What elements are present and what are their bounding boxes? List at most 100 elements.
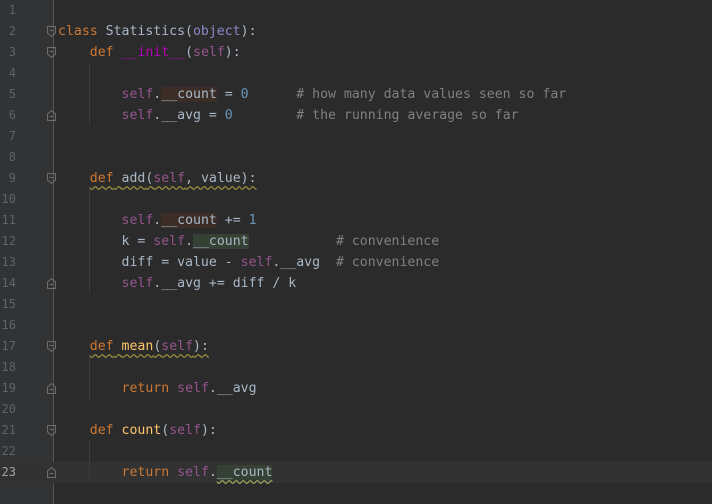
line-number: 18 bbox=[1, 360, 16, 374]
code-line[interactable]: 9 def add(self, value): bbox=[0, 168, 712, 189]
fold-end-icon[interactable] bbox=[47, 278, 56, 289]
method-count: count bbox=[121, 423, 162, 438]
assign-k: k = bbox=[121, 234, 154, 249]
keyword-return: return bbox=[121, 381, 170, 396]
line-number: 13 bbox=[1, 255, 16, 269]
line-number: 9 bbox=[8, 171, 16, 185]
comment: # convenience bbox=[335, 234, 440, 249]
code-text: k = self.__count # convenience bbox=[58, 231, 439, 252]
code-line[interactable]: 1 bbox=[0, 0, 712, 21]
code-line[interactable]: 19 return self.__avg bbox=[0, 378, 712, 399]
comment: # the running average so far bbox=[296, 108, 519, 123]
line-number: 1 bbox=[8, 3, 16, 17]
self-ref: self bbox=[121, 108, 154, 123]
method-init: __init__ bbox=[121, 45, 186, 60]
code-text: def count(self): bbox=[58, 420, 217, 441]
fold-end-icon[interactable] bbox=[47, 383, 56, 394]
punct: ( bbox=[185, 45, 194, 60]
line-number: 10 bbox=[1, 192, 16, 206]
code-line[interactable]: 8 bbox=[0, 147, 712, 168]
self-ref: self bbox=[177, 381, 209, 396]
keyword-return: return bbox=[121, 465, 170, 480]
fold-collapse-icon[interactable] bbox=[47, 47, 56, 58]
indent-guide bbox=[89, 357, 90, 399]
class-name: Statistics( bbox=[97, 24, 193, 39]
code-text: self.__count = 0 # how many data values … bbox=[58, 84, 566, 105]
code-text: self.__count += 1 bbox=[58, 210, 257, 231]
code-text: return self.__count bbox=[58, 462, 273, 483]
punct: . bbox=[208, 465, 217, 480]
code-line[interactable]: 23 return self.__count bbox=[0, 462, 712, 483]
punct: ( bbox=[161, 423, 170, 438]
comment: # convenience bbox=[335, 255, 440, 270]
line-number: 16 bbox=[1, 318, 16, 332]
builtin-object: object bbox=[192, 24, 241, 39]
line-number: 6 bbox=[8, 108, 16, 122]
op: += diff / k bbox=[200, 276, 297, 291]
code-line[interactable]: 17 def mean(self): bbox=[0, 336, 712, 357]
line-number: 22 bbox=[1, 444, 16, 458]
keyword-def: def bbox=[89, 171, 114, 186]
punct: ): bbox=[193, 339, 209, 354]
punct: ): bbox=[224, 45, 241, 60]
punct: . bbox=[208, 381, 217, 396]
attr-avg: __avg bbox=[161, 108, 201, 123]
punct: ): bbox=[240, 24, 257, 39]
line-number: 12 bbox=[1, 234, 16, 248]
method-mean: mean bbox=[121, 339, 154, 354]
number: 1 bbox=[248, 213, 257, 228]
code-line[interactable]: 21 def count(self): bbox=[0, 420, 712, 441]
code-line[interactable]: 12 k = self.__count # convenience bbox=[0, 231, 712, 252]
self-param: self bbox=[169, 423, 201, 438]
line-number: 7 bbox=[8, 129, 16, 143]
fold-collapse-icon[interactable] bbox=[47, 173, 56, 184]
code-line[interactable]: 10 bbox=[0, 189, 712, 210]
code-text: def add(self, value): bbox=[58, 168, 257, 189]
code-text: return self.__avg bbox=[58, 378, 257, 399]
keyword-def: def bbox=[89, 45, 114, 60]
code-line[interactable]: 14 self.__avg += diff / k bbox=[0, 273, 712, 294]
keyword-def: def bbox=[89, 423, 114, 438]
fold-collapse-icon[interactable] bbox=[47, 425, 56, 436]
code-line[interactable]: 11 self.__count += 1 bbox=[0, 210, 712, 231]
code-line[interactable]: 6 self.__avg = 0 # the running average s… bbox=[0, 105, 712, 126]
code-line[interactable]: 20 bbox=[0, 399, 712, 420]
fold-end-icon[interactable] bbox=[47, 110, 56, 121]
self-ref: self bbox=[240, 255, 273, 270]
attr-count-read: __count bbox=[216, 465, 273, 480]
fold-end-icon[interactable] bbox=[47, 467, 56, 478]
code-line[interactable]: 16 bbox=[0, 315, 712, 336]
line-number: 5 bbox=[8, 87, 16, 101]
code-text: self.__avg += diff / k bbox=[58, 273, 297, 294]
fold-collapse-icon[interactable] bbox=[47, 26, 56, 37]
line-number: 19 bbox=[1, 381, 16, 395]
line-number: 15 bbox=[1, 297, 16, 311]
code-line[interactable]: 13 diff = value - self.__avg # convenien… bbox=[0, 252, 712, 273]
code-line[interactable]: 18 bbox=[0, 357, 712, 378]
code-line[interactable]: 3 def __init__(self): bbox=[0, 42, 712, 63]
self-ref: self bbox=[121, 87, 154, 102]
assign-diff: diff = value - bbox=[121, 255, 241, 270]
param-value: , value bbox=[185, 171, 241, 186]
self-ref: self bbox=[177, 465, 209, 480]
attr-avg: __avg bbox=[216, 381, 257, 396]
code-line[interactable]: 4 bbox=[0, 63, 712, 84]
self-ref: self bbox=[121, 276, 154, 291]
punct: ): bbox=[200, 423, 217, 438]
code-line[interactable]: 15 bbox=[0, 294, 712, 315]
line-number: 4 bbox=[8, 66, 16, 80]
op: += bbox=[216, 213, 249, 228]
self-ref: self bbox=[153, 234, 186, 249]
code-line[interactable]: 22 bbox=[0, 441, 712, 462]
code-line[interactable]: 5 self.__count = 0 # how many data value… bbox=[0, 84, 712, 105]
indent-guide bbox=[89, 63, 90, 126]
line-number: 8 bbox=[8, 150, 16, 164]
code-line[interactable]: 2 class Statistics(object): bbox=[0, 21, 712, 42]
line-number: 14 bbox=[1, 276, 16, 290]
code-text: def mean(self): bbox=[58, 336, 209, 357]
attr-avg: __avg bbox=[280, 255, 321, 270]
fold-collapse-icon[interactable] bbox=[47, 341, 56, 352]
self-param: self bbox=[153, 171, 186, 186]
op: = bbox=[216, 87, 241, 102]
code-line[interactable]: 7 bbox=[0, 126, 712, 147]
